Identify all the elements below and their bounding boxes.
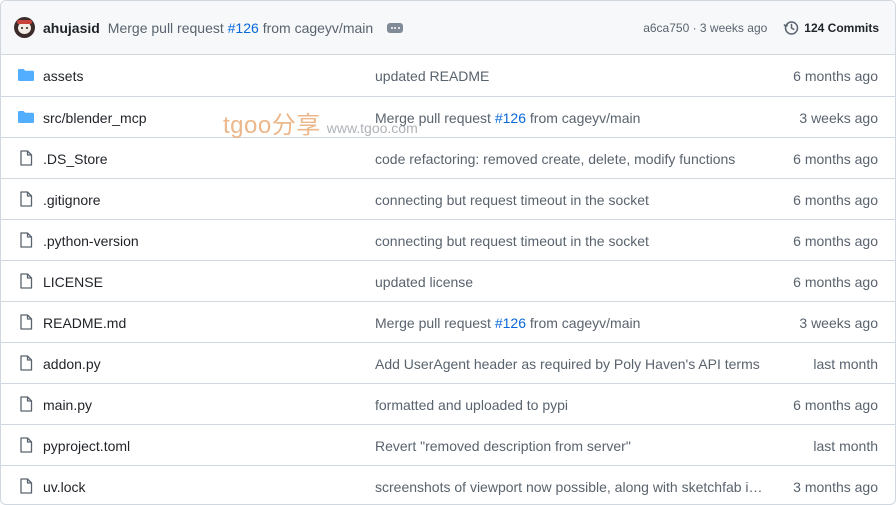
file-commit-time: 3 months ago: [793, 479, 878, 495]
file-commit-text[interactable]: updated README: [375, 68, 489, 84]
file-commit-message[interactable]: updated README: [375, 68, 489, 84]
file-commit-message[interactable]: Merge pull request #126 from cageyv/main: [375, 315, 640, 331]
file-row[interactable]: main.py formatted and uploaded to pypi 6 m…: [1, 383, 895, 424]
file-row[interactable]: .gitignore connecting but request timeout…: [1, 178, 895, 219]
file-commit-message[interactable]: Add UserAgent header as required by Poly…: [375, 356, 760, 372]
file-commit-message[interactable]: updated license: [375, 274, 473, 290]
file-name-link[interactable]: pyproject.toml: [43, 438, 130, 454]
author-avatar[interactable]: [14, 17, 35, 38]
file-commit-pr-link[interactable]: #126: [495, 315, 526, 331]
file-icon: [17, 273, 35, 289]
file-browser: ahujasid Merge pull request #126 from ca…: [0, 0, 896, 505]
file-icon: [17, 314, 35, 330]
file-commit-time: 6 months ago: [793, 233, 878, 249]
file-commit-time: last month: [813, 438, 878, 454]
file-commit-message[interactable]: connecting but request timeout in the so…: [375, 192, 649, 208]
file-commit-time: 6 months ago: [793, 68, 878, 84]
file-row[interactable]: pyproject.toml Revert "removed descriptio…: [1, 424, 895, 465]
file-name-link[interactable]: addon.py: [43, 356, 101, 372]
commit-message-prefix[interactable]: Merge pull request: [108, 20, 224, 36]
expand-message-button[interactable]: [387, 22, 404, 33]
file-commit-time: 3 weeks ago: [799, 110, 878, 126]
file-commit-message[interactable]: code refactoring: removed create, delete…: [375, 151, 735, 167]
folder-icon: [17, 67, 35, 83]
commit-sha-time[interactable]: a6ca750 · 3 weeks ago: [643, 21, 767, 35]
file-commit-time: 6 months ago: [793, 151, 878, 167]
file-row[interactable]: assets updated README 6 months ago: [1, 55, 895, 96]
file-icon: [17, 478, 35, 494]
file-commit-time: 6 months ago: [793, 274, 878, 290]
folder-icon: [17, 109, 35, 125]
file-icon: [17, 191, 35, 207]
file-row[interactable]: .DS_Store code refactoring: removed creat…: [1, 137, 895, 178]
file-commit-time: 6 months ago: [793, 397, 878, 413]
file-name-link[interactable]: .DS_Store: [43, 151, 108, 167]
file-commit-text[interactable]: connecting but request timeout in the so…: [375, 192, 649, 208]
file-icon: [17, 355, 35, 371]
file-commit-message[interactable]: Revert "removed description from server": [375, 438, 631, 454]
file-commit-text-suffix[interactable]: from cageyv/main: [526, 315, 641, 331]
file-row[interactable]: README.md Merge pull request #126 from ca…: [1, 301, 895, 342]
file-name-link[interactable]: uv.lock: [43, 479, 86, 495]
file-list: assets updated README 6 months ago src/blen…: [1, 55, 895, 504]
commit-message[interactable]: Merge pull request #126 from cageyv/main: [108, 20, 373, 36]
file-commit-message[interactable]: screenshots of viewport now possible, al…: [375, 479, 763, 495]
file-name-link[interactable]: assets: [43, 68, 83, 84]
file-commit-text[interactable]: updated license: [375, 274, 473, 290]
file-commit-time: 3 weeks ago: [799, 315, 878, 331]
file-commit-time: last month: [813, 356, 878, 372]
file-row[interactable]: .python-version connecting but request ti…: [1, 219, 895, 260]
commits-link[interactable]: 124 Commits: [783, 20, 879, 36]
latest-commit-bar: ahujasid Merge pull request #126 from ca…: [1, 1, 895, 55]
file-commit-text[interactable]: Add UserAgent header as required by Poly…: [375, 356, 760, 372]
file-name-link[interactable]: src/blender_mcp: [43, 110, 147, 126]
file-commit-text[interactable]: connecting but request timeout in the so…: [375, 233, 649, 249]
file-name-link[interactable]: LICENSE: [43, 274, 103, 290]
file-commit-message[interactable]: connecting but request timeout in the so…: [375, 233, 649, 249]
file-name-link[interactable]: README.md: [43, 315, 126, 331]
file-commit-text[interactable]: Revert "removed description from server": [375, 438, 631, 454]
commits-count: 124 Commits: [804, 20, 879, 35]
file-icon: [17, 437, 35, 453]
file-icon: [17, 396, 35, 412]
file-commit-message[interactable]: formatted and uploaded to pypi: [375, 397, 568, 413]
file-row[interactable]: src/blender_mcp Merge pull request #126 f…: [1, 96, 895, 137]
file-commit-text-suffix[interactable]: from cageyv/main: [526, 110, 641, 126]
file-name-link[interactable]: main.py: [43, 397, 92, 413]
commit-pr-link[interactable]: #126: [228, 20, 259, 36]
file-commit-text[interactable]: code refactoring: removed create, delete…: [375, 151, 735, 167]
file-row[interactable]: addon.py Add UserAgent header as required…: [1, 342, 895, 383]
commit-message-suffix[interactable]: from cageyv/main: [263, 20, 373, 36]
commit-author[interactable]: ahujasid: [43, 20, 100, 36]
file-commit-text[interactable]: screenshots of viewport now possible, al…: [375, 479, 763, 495]
file-name-link[interactable]: .gitignore: [43, 192, 101, 208]
file-commit-text[interactable]: Merge pull request: [375, 315, 495, 331]
history-icon: [783, 20, 799, 35]
file-commit-text[interactable]: formatted and uploaded to pypi: [375, 397, 568, 413]
file-row[interactable]: uv.lock screenshots of viewport now possi…: [1, 465, 895, 504]
file-row[interactable]: LICENSE updated license 6 months ago: [1, 260, 895, 301]
file-name-link[interactable]: .python-version: [43, 233, 139, 249]
file-commit-time: 6 months ago: [793, 192, 878, 208]
file-icon: [17, 150, 35, 166]
file-commit-pr-link[interactable]: #126: [495, 110, 526, 126]
file-commit-text[interactable]: Merge pull request: [375, 110, 495, 126]
file-commit-message[interactable]: Merge pull request #126 from cageyv/main: [375, 110, 640, 126]
file-icon: [17, 232, 35, 248]
